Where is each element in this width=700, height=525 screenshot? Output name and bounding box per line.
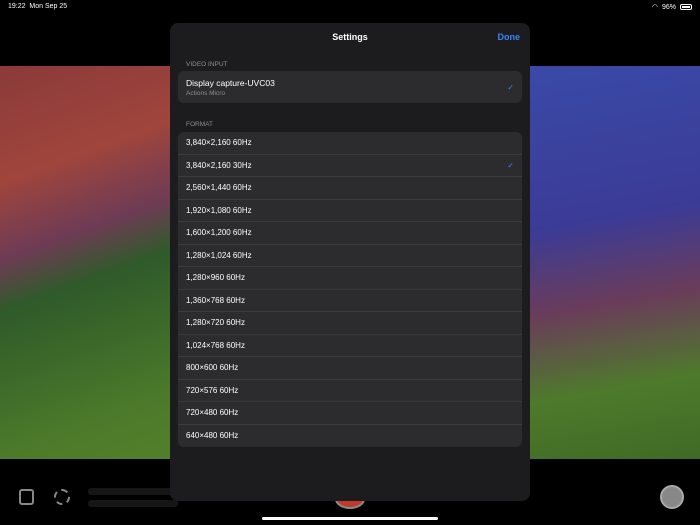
format-label: 1,600×1,200 60Hz xyxy=(186,228,252,238)
format-option[interactable]: 1,280×720 60Hz xyxy=(178,312,522,335)
home-indicator[interactable] xyxy=(262,517,438,520)
format-option[interactable]: 1,024×768 60Hz xyxy=(178,335,522,357)
format-option[interactable]: 3,840×2,160 30Hz ✓ xyxy=(178,155,522,177)
format-option[interactable]: 640×480 60Hz xyxy=(178,425,522,448)
status-bar: 19:22 Mon Sep 25 ◠ 96% xyxy=(0,0,700,14)
capture-button[interactable] xyxy=(660,485,684,509)
format-label: 1,280×1,024 60Hz xyxy=(186,250,252,260)
format-list: 3,840×2,160 60Hz 3,840×2,160 30Hz ✓ 2,560×1… xyxy=(178,132,522,447)
format-label: 1,280×960 60Hz xyxy=(186,273,245,283)
format-label: 3,840×2,160 60Hz xyxy=(186,138,252,148)
format-option[interactable]: 1,280×960 60Hz xyxy=(178,267,522,290)
video-input-option[interactable]: Display capture-UVC03 Actions Micro ✓ xyxy=(178,71,522,103)
checkmark-icon: ✓ xyxy=(507,160,514,170)
format-option[interactable]: 720×576 60Hz xyxy=(178,380,522,402)
checkmark-icon: ✓ xyxy=(507,82,514,92)
format-option[interactable]: 2,560×1,440 60Hz xyxy=(178,177,522,200)
modal-title: Settings xyxy=(332,32,368,42)
done-button[interactable]: Done xyxy=(498,32,521,42)
format-label: 2,560×1,440 60Hz xyxy=(186,183,252,193)
wifi-icon: ◠ xyxy=(651,4,658,11)
settings-modal: Settings Done VIDEO INPUT Display captur… xyxy=(170,23,530,501)
format-option[interactable]: 3,840×2,160 60Hz xyxy=(178,132,522,155)
gear-icon[interactable] xyxy=(54,489,70,505)
video-input-group: Display capture-UVC03 Actions Micro ✓ xyxy=(178,71,522,103)
format-header: FORMAT xyxy=(186,121,213,128)
info-bar-placeholder xyxy=(88,488,178,495)
format-label: 1,024×768 60Hz xyxy=(186,340,245,350)
format-label: 1,920×1,080 60Hz xyxy=(186,205,252,215)
format-option[interactable]: 1,360×768 60Hz xyxy=(178,290,522,312)
format-label: 640×480 60Hz xyxy=(186,431,239,441)
device-vendor: Actions Micro xyxy=(186,89,226,97)
time: 19:22 xyxy=(8,3,26,10)
format-label: 3,840×2,160 30Hz xyxy=(186,160,252,170)
battery-percent: 96% xyxy=(661,3,676,11)
date: Mon Sep 25 xyxy=(29,3,68,10)
format-option[interactable]: 1,920×1,080 60Hz xyxy=(178,200,522,222)
device-name: Display capture-UVC03 xyxy=(186,77,275,88)
format-label: 1,360×768 60Hz xyxy=(186,295,245,305)
format-label: 720×576 60Hz xyxy=(186,385,239,395)
battery-icon xyxy=(680,4,692,10)
video-input-header: VIDEO INPUT xyxy=(186,61,228,68)
format-label: 800×600 60Hz xyxy=(186,363,239,373)
format-label: 1,280×720 60Hz xyxy=(186,318,245,328)
format-option[interactable]: 720×480 60Hz xyxy=(178,402,522,425)
format-option[interactable]: 1,600×1,200 60Hz xyxy=(178,222,522,245)
format-label: 720×480 60Hz xyxy=(186,408,239,418)
format-option[interactable]: 800×600 60Hz xyxy=(178,357,522,380)
info-bar-placeholder xyxy=(88,500,178,507)
gallery-icon[interactable] xyxy=(19,489,34,505)
format-option[interactable]: 1,280×1,024 60Hz xyxy=(178,245,522,267)
